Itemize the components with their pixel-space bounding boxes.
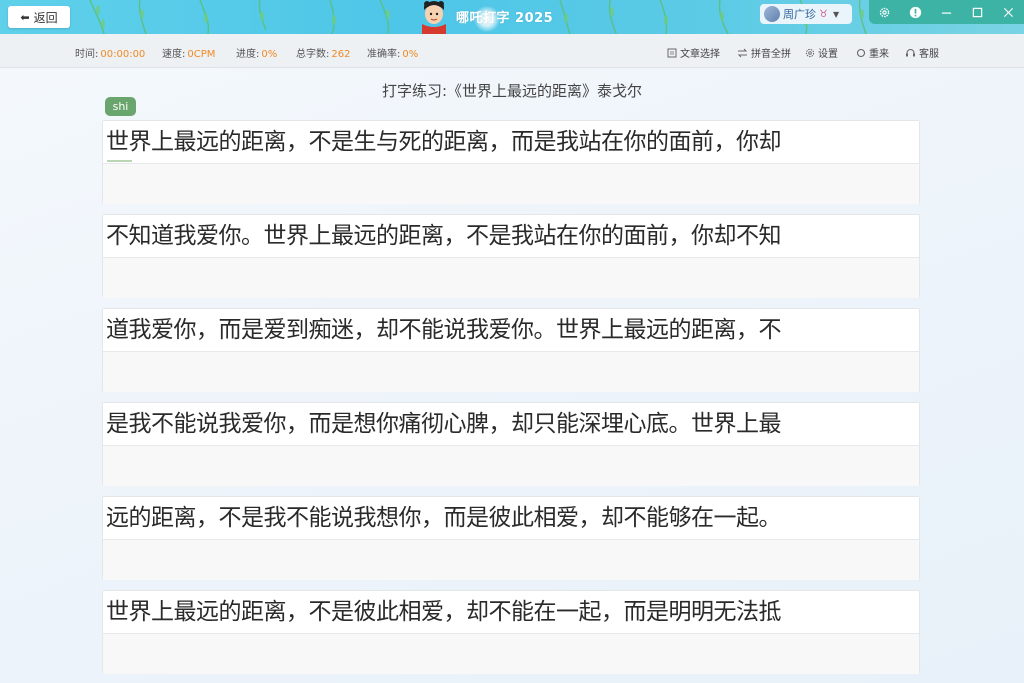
typing-input[interactable]: [103, 257, 919, 298]
source-text: 道我爱你，而是爱到痴迷，却不能说我爱你。世界上最远的距离，不: [103, 309, 919, 351]
window-controls-group: [869, 0, 1024, 24]
headset-icon: [906, 48, 915, 56]
stat-total-label: 总字数:: [296, 49, 330, 60]
stat-time: 时间: 00:00:00: [75, 45, 145, 60]
settings-tool-label: 设置: [818, 49, 838, 60]
typing-cursor: [107, 160, 132, 162]
window-controls: [869, 0, 1024, 24]
info-icon: [909, 6, 922, 18]
source-text: 不知道我爱你。世界上最远的距离，不是我站在你的面前，你却不知: [103, 215, 919, 257]
stat-accuracy-value: 0%: [402, 49, 419, 60]
typing-line-5: 远的距离，不是我不能说我想你，而是彼此相爱，却不能够在一起。: [102, 496, 920, 580]
stat-progress: 进度: 0%: [236, 45, 277, 60]
pinyin-hint-badge: shi: [105, 97, 136, 116]
article-select-label: 文章选择: [680, 49, 720, 60]
customer-service-button[interactable]: 客服: [905, 45, 939, 60]
restart-icon: [856, 48, 866, 57]
customer-service-label: 客服: [919, 49, 939, 60]
minimize-button[interactable]: [931, 0, 962, 24]
typing-line-6: 世界上最远的距离，不是彼此相爱，却不能在一起，而是明明无法抵: [102, 590, 920, 674]
stat-speed-label: 速度:: [162, 49, 186, 60]
stat-speed-value: 0CPM: [187, 49, 216, 60]
page-title: 打字练习:《世界上最远的距离》泰戈尔: [381, 82, 643, 100]
stat-time-label: 时间:: [75, 49, 99, 60]
settings-tool-button[interactable]: 设置: [805, 45, 838, 60]
typing-line-2: 不知道我爱你。世界上最远的距离，不是我站在你的面前，你却不知: [102, 214, 920, 298]
nezha-mascot-icon: [422, 1, 446, 34]
stat-accuracy-label: 准确率:: [367, 49, 401, 60]
stat-accuracy: 准确率: 0%: [367, 45, 418, 60]
status-bar: 时间: 00:00:00 速度: 0CPM 进度: 0% 总字数: 262 准确率: 0%…: [0, 34, 1024, 68]
user-menu[interactable]: 周广珍 ♉ ▼: [760, 4, 852, 24]
pinyin-mode-button[interactable]: 拼音全拼: [737, 45, 791, 60]
stat-progress-label: 进度:: [236, 49, 260, 60]
source-text: 远的距离，不是我不能说我想你，而是彼此相爱，却不能够在一起。: [103, 497, 919, 539]
typing-line-3: 道我爱你，而是爱到痴迷，却不能说我爱你。世界上最远的距离，不: [102, 308, 920, 392]
stat-total: 总字数: 262: [296, 45, 350, 60]
settings-button[interactable]: [869, 0, 900, 24]
user-name: 周广珍: [783, 8, 816, 21]
back-button[interactable]: ⬅ 返回: [8, 6, 70, 28]
source-text: 是我不能说我爱你，而是想你痛彻心脾，却只能深埋心底。世界上最: [103, 403, 919, 445]
stat-progress-value: 0%: [261, 49, 278, 60]
gear-icon: [879, 7, 890, 17]
typing-input[interactable]: [103, 633, 919, 674]
info-button[interactable]: [900, 0, 931, 24]
typing-input[interactable]: [103, 539, 919, 580]
close-icon: [1003, 7, 1014, 17]
article-select-button[interactable]: 文章选择: [667, 45, 720, 60]
avatar: [764, 6, 780, 22]
chevron-down-icon: ▼: [832, 9, 840, 19]
close-button[interactable]: [993, 0, 1024, 24]
maximize-icon: [972, 7, 983, 17]
document-icon: [667, 48, 677, 57]
gear-icon: [805, 48, 815, 57]
typing-input[interactable]: [103, 351, 919, 392]
typing-line-4: 是我不能说我爱你，而是想你痛彻心脾，却只能深埋心底。世界上最: [102, 402, 920, 486]
minimize-icon: [941, 12, 952, 14]
zodiac-badge-icon: ♉: [819, 8, 828, 20]
stat-total-value: 262: [331, 49, 351, 60]
typing-input[interactable]: [103, 163, 919, 204]
swap-icon: [737, 48, 748, 57]
maximize-button[interactable]: [962, 0, 993, 24]
restart-label: 重来: [869, 49, 889, 60]
typing-line-1: 世界上最远的距离，不是生与死的距离，而是我站在你的面前，你却: [102, 120, 920, 204]
pinyin-mode-label: 拼音全拼: [751, 49, 791, 60]
stat-speed: 速度: 0CPM: [162, 45, 215, 60]
typing-input[interactable]: [103, 445, 919, 486]
restart-button[interactable]: 重来: [856, 45, 889, 60]
back-arrow-icon: ⬅: [20, 10, 30, 24]
source-text: 世界上最远的距离，不是生与死的距离，而是我站在你的面前，你却: [103, 121, 919, 163]
back-button-label: 返回: [33, 10, 58, 25]
title-bar: ⬅ 返回 哪吒打字 2025 周广珍 ♉ ▼: [0, 0, 1024, 34]
app-title: 哪吒打字 2025: [456, 11, 554, 26]
stat-time-value: 00:00:00: [100, 49, 146, 60]
source-text: 世界上最远的距离，不是彼此相爱，却不能在一起，而是明明无法抵: [103, 591, 919, 633]
